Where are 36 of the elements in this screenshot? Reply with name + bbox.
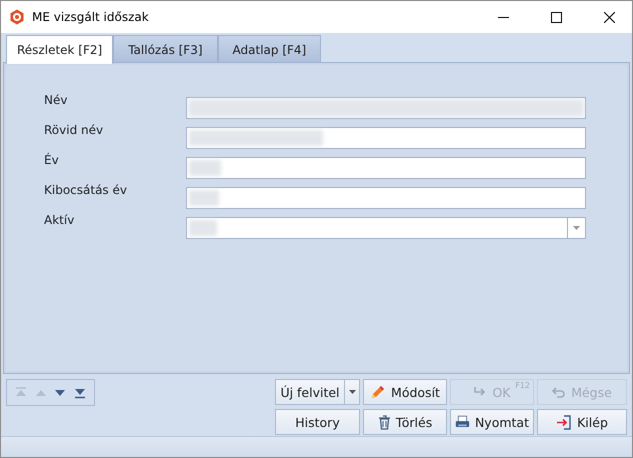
tab[interactable]: Tallózás [F3] [113,35,218,63]
tab[interactable]: Részletek [F2] [6,35,114,64]
dropdown-field[interactable] [186,217,586,239]
action-button[interactable]: Módosít [363,379,447,405]
field-label: Rövid név [44,123,104,137]
close-icon[interactable] [604,12,614,22]
input-field[interactable] [186,187,586,209]
redacted-value-drawing [189,220,217,236]
tab[interactable]: Adatlap [F4] [218,35,322,63]
redacted-value-drawing [189,190,219,206]
field-label: Kibocsátás év [44,183,128,197]
field-label: Év [44,153,60,167]
field-label: Aktív [44,213,76,227]
field-label: Név [44,93,68,107]
shortcut-hint: F12 [515,381,530,390]
exit-icon [556,414,572,430]
input-field[interactable] [186,157,586,179]
printer-icon [455,414,470,430]
redacted-value-drawing [189,160,221,176]
new-record-button[interactable]: Új felvitel [275,379,344,405]
maximize-icon[interactable] [550,12,562,22]
window-title: ME vizsgált időszak [32,10,150,24]
action-button[interactable]: Törlés [363,409,447,435]
action-button[interactable]: Kilép [537,409,627,435]
caret-icon [573,226,580,230]
last-record-icon[interactable] [74,386,86,398]
return-arrow-icon [473,386,488,398]
dropdown-arrow-button[interactable] [344,379,360,405]
pencil-icon [370,384,386,400]
action-button[interactable]: History [275,409,360,435]
action-button[interactable]: Nyomtat [450,409,534,435]
app-logo-icon [9,9,25,25]
undo-icon [552,386,566,398]
input-field[interactable] [186,127,586,149]
caret-icon [348,390,356,394]
trash-icon [378,414,391,430]
